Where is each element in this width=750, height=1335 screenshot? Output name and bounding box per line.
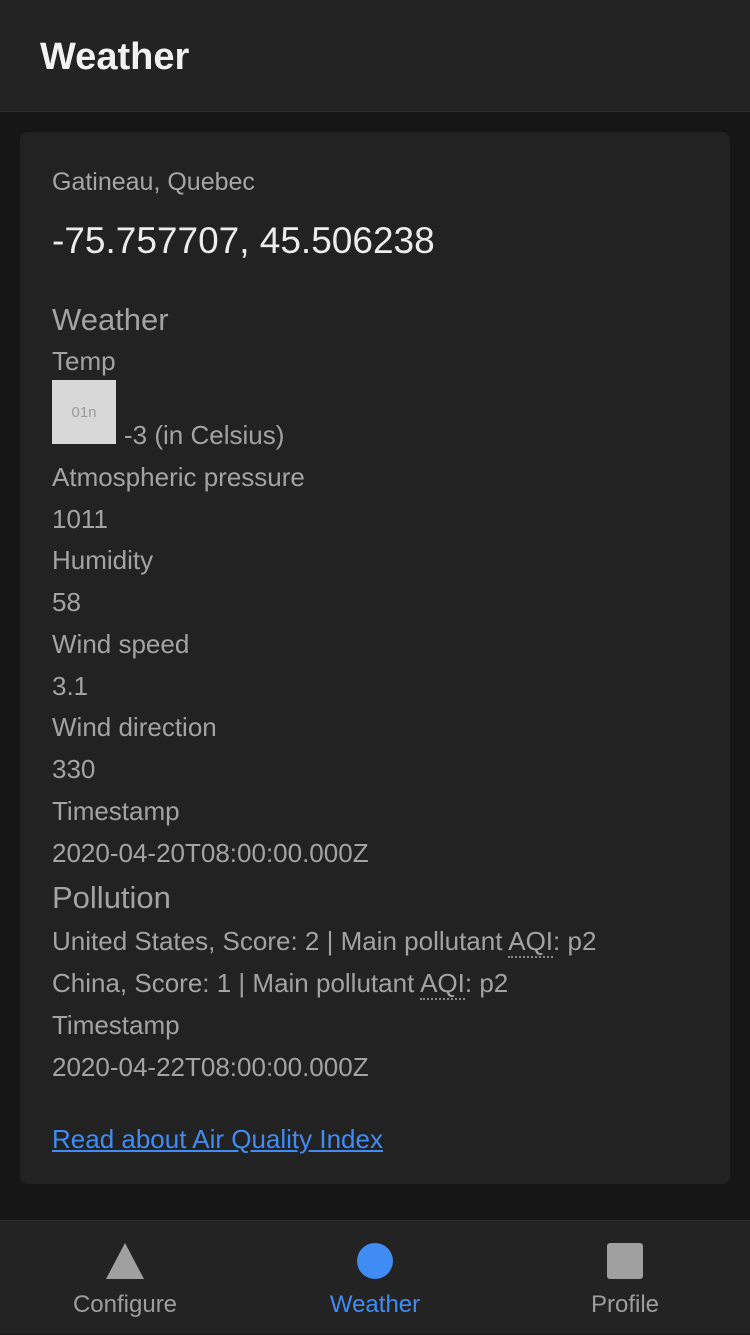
tab-configure[interactable]: Configure <box>0 1221 250 1335</box>
pollution-timestamp-value: 2020-04-22T08:00:00.000Z <box>52 1052 369 1082</box>
square-icon <box>607 1243 643 1279</box>
wind-speed-label: Wind speed <box>52 629 190 659</box>
tab-weather[interactable]: Weather <box>250 1221 500 1335</box>
tab-bar: Configure Weather Profile <box>0 1220 750 1334</box>
app-header: Weather <box>0 0 750 112</box>
wind-direction-value: 330 <box>52 754 96 784</box>
weather-icon-code: 01n <box>71 403 97 421</box>
pollution-china-pollutant: : p2 <box>464 968 509 998</box>
wind-speed-value: 3.1 <box>52 671 89 701</box>
weather-icon: 01n <box>52 380 116 444</box>
page-title: Weather <box>40 36 190 78</box>
humidity-label: Humidity <box>52 545 154 575</box>
humidity-value: 58 <box>52 587 81 617</box>
temp-label: Temp <box>52 346 116 376</box>
temp-value: -3 (in Celsius) <box>124 420 285 450</box>
aqi-abbr: AQI <box>508 926 554 958</box>
weather-timestamp-label: Timestamp <box>52 796 180 826</box>
pressure-label: Atmospheric pressure <box>52 462 305 492</box>
pollution-timestamp-label: Timestamp <box>52 1010 180 1040</box>
tab-profile[interactable]: Profile <box>500 1221 750 1335</box>
aqi-info-link[interactable]: Read about Air Quality Index <box>52 1124 383 1155</box>
pollution-us-text: United States, Score: 2 | Main pollutant <box>52 926 509 956</box>
pollution-china: China, Score: 1 | Main pollutant AQI: p2 <box>52 968 509 1000</box>
pressure-value: 1011 <box>52 504 108 534</box>
weather-timestamp-value: 2020-04-20T08:00:00.000Z <box>52 838 369 868</box>
pollution-china-text: China, Score: 1 | Main pollutant <box>52 968 421 998</box>
triangle-icon <box>106 1243 144 1279</box>
pollution-us: United States, Score: 2 | Main pollutant… <box>52 926 597 958</box>
coordinates: -75.757707, 45.506238 <box>52 220 435 261</box>
aqi-abbr: AQI <box>420 968 465 1000</box>
pollution-section-title: Pollution <box>52 880 171 915</box>
wind-direction-label: Wind direction <box>52 712 217 742</box>
weather-card: Gatineau, Quebec -75.757707, 45.506238 W… <box>20 132 730 1184</box>
tab-weather-label: Weather <box>329 1291 421 1318</box>
location-name: Gatineau, Quebec <box>52 168 255 196</box>
circle-icon <box>357 1243 393 1279</box>
tab-configure-label: Configure <box>72 1291 178 1318</box>
pollution-us-pollutant: : p2 <box>553 926 597 956</box>
tab-profile-label: Profile <box>590 1291 660 1318</box>
weather-section-title: Weather <box>52 302 169 337</box>
